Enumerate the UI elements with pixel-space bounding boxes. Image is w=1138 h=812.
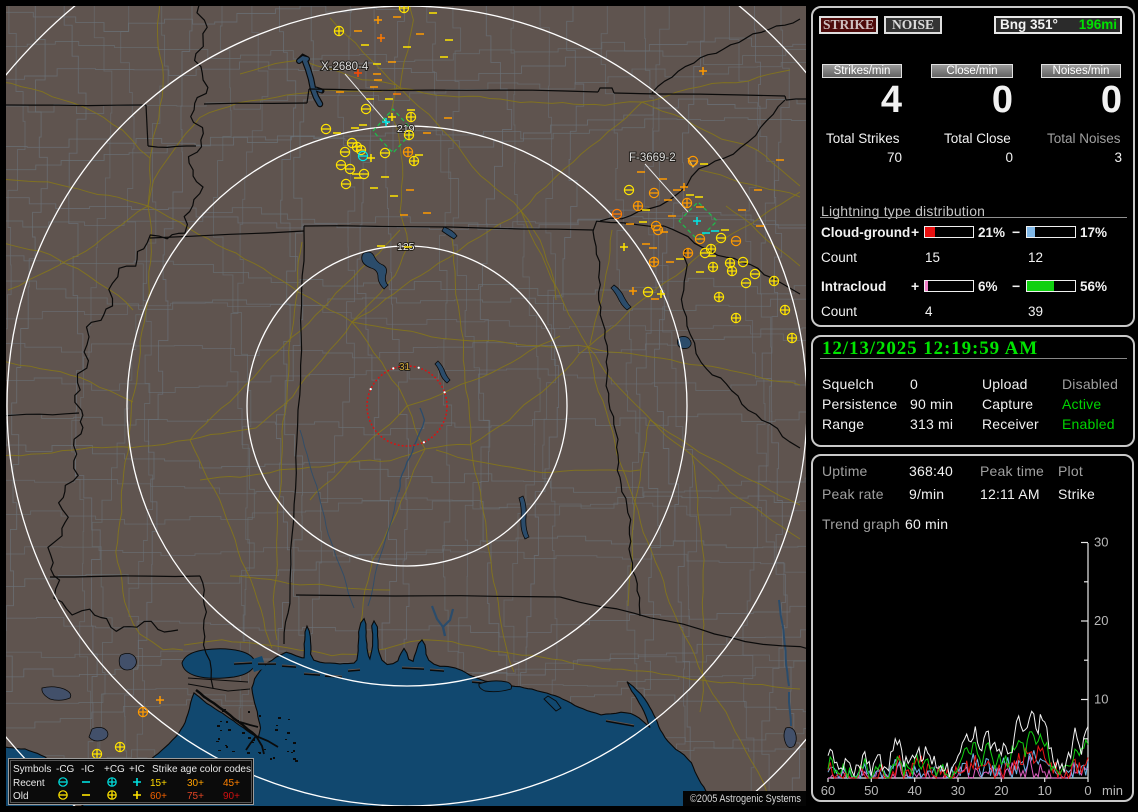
svg-text:90+: 90+ [223,791,240,802]
svg-text:0: 0 [1084,783,1091,798]
svg-text:Strike age color codes: Strike age color codes [152,764,251,775]
svg-text:15+: 15+ [150,778,167,789]
svg-text:X-2680-4: X-2680-4 [321,61,369,73]
svg-text:20: 20 [1094,613,1108,628]
svg-text:10: 10 [1037,783,1051,798]
svg-text:Symbols: Symbols [13,764,51,775]
svg-text:50: 50 [864,783,878,798]
svg-text:Recent: Recent [13,778,45,789]
svg-text:-CG: -CG [56,764,75,775]
svg-text:40: 40 [907,783,921,798]
svg-text:30: 30 [1094,536,1108,550]
svg-text:10: 10 [1094,692,1108,707]
svg-text:45+: 45+ [223,778,240,789]
svg-text:31: 31 [399,362,411,373]
svg-text:+CG: +CG [104,764,125,775]
svg-text:+IC: +IC [129,764,145,775]
svg-text:30: 30 [951,783,965,798]
svg-text:20: 20 [994,783,1008,798]
svg-text:60: 60 [821,783,835,798]
svg-text:min: min [1102,783,1123,798]
svg-text:30+: 30+ [187,778,204,789]
svg-text:Old: Old [13,791,29,802]
svg-text:60+: 60+ [150,791,167,802]
svg-text:©2005 Astrogenic Systems: ©2005 Astrogenic Systems [690,793,801,805]
svg-text:219: 219 [397,123,415,135]
svg-text:-IC: -IC [81,764,94,775]
svg-text:75+: 75+ [187,791,204,802]
svg-text:F-3669-2: F-3669-2 [629,152,676,164]
